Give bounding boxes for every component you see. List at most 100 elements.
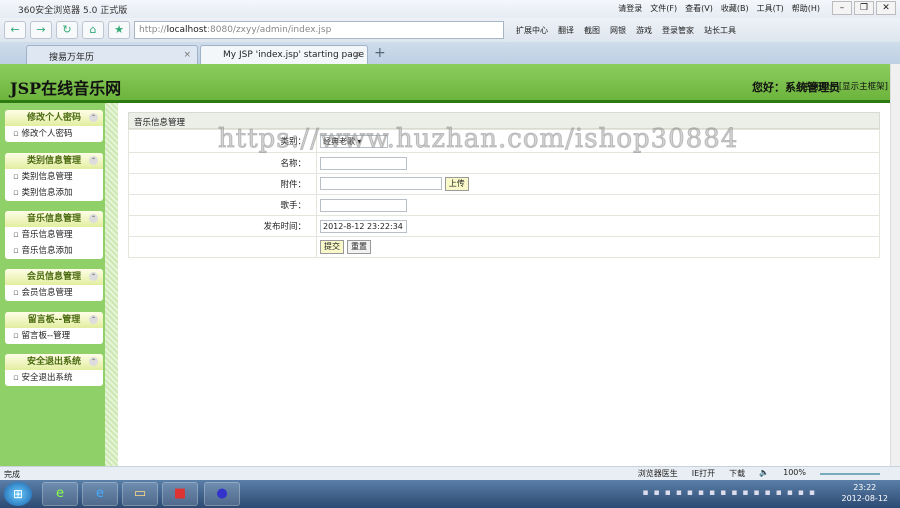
toolbar-screenshot[interactable]: 截图 — [584, 25, 600, 36]
group-title: 音乐信息管理 — [26, 214, 81, 224]
menu-login[interactable]: 请登录 — [618, 3, 642, 14]
close-tab-icon[interactable]: × — [353, 50, 361, 60]
favorite-star-icon[interactable]: ★ — [108, 21, 130, 39]
taskbar-360-browser-icon[interactable]: e — [42, 482, 78, 506]
sidebar-item[interactable]: 修改个人密码 — [5, 126, 103, 142]
group-header[interactable]: 会员信息管理 ⌃ — [5, 269, 103, 285]
tab-label: 搜易万年历 — [49, 53, 95, 63]
status-text: 完成 — [4, 470, 20, 479]
system-tray[interactable]: ▪▪▪▪▪▪▪▪▪▪▪▪▪▪▪▪ — [642, 488, 820, 498]
toolbar-translate[interactable]: 翻译 — [558, 25, 574, 36]
taskbar-ie-icon[interactable]: e — [82, 482, 118, 506]
clock[interactable]: 23:22 2012-08-12 — [842, 482, 889, 504]
close-icon[interactable]: ✕ — [876, 1, 896, 15]
download-button[interactable]: 下载 — [729, 468, 745, 479]
status-bar: 完成 浏览器医生 IE打开 下载 🔈 100% — [0, 466, 900, 480]
taskbar-app-icon[interactable]: ■ — [162, 482, 198, 506]
sidebar-item[interactable]: 会员信息管理 — [5, 285, 103, 301]
sidebar-item[interactable]: 音乐信息管理 — [5, 227, 103, 243]
url-prefix: http:// — [139, 25, 167, 35]
collapse-icon[interactable]: ⌃ — [89, 272, 98, 281]
toolbar-extensions[interactable]: 扩展中心 — [516, 25, 548, 36]
sidebar-item[interactable]: 留言板--管理 — [5, 328, 103, 344]
url-path: :8080/zxyy/admin/index.jsp — [206, 25, 332, 35]
url-host: localhost — [166, 25, 207, 35]
submit-button[interactable]: 提交 — [320, 240, 344, 254]
collapse-icon[interactable]: ⌃ — [89, 156, 98, 165]
toolbar-bank[interactable]: 网银 — [610, 25, 626, 36]
collapse-icon[interactable]: ⌃ — [89, 113, 98, 122]
group-title: 会员信息管理 — [26, 272, 81, 282]
start-button[interactable]: ⊞ — [4, 482, 32, 506]
logout-link[interactable]: [注销退出] — [798, 82, 839, 92]
sidebar-group-password: 修改个人密码 ⌃ 修改个人密码 — [5, 110, 103, 142]
group-header[interactable]: 音乐信息管理 ⌃ — [5, 211, 103, 227]
group-header[interactable]: 留言板--管理 ⌃ — [5, 312, 103, 328]
singer-label: 歌手： — [128, 194, 317, 216]
taskbar-eclipse-icon[interactable]: ● — [204, 482, 240, 506]
attachment-label: 附件： — [128, 173, 317, 195]
collapse-icon[interactable]: ⌃ — [89, 315, 98, 324]
new-tab-icon[interactable]: + — [374, 45, 386, 61]
site-logo: JSP在线音乐网 — [10, 79, 122, 98]
group-header[interactable]: 安全退出系统 ⌃ — [5, 354, 103, 370]
maximize-icon[interactable]: ❐ — [854, 1, 874, 15]
sidebar-item[interactable]: 安全退出系统 — [5, 370, 103, 386]
browser-title-bar: 360安全浏览器 5.0 正式版 请登录 文件(F) 查看(V) 收藏(B) 工… — [0, 0, 900, 18]
menu-file[interactable]: 文件(F) — [650, 3, 677, 14]
singer-input[interactable] — [320, 198, 407, 212]
name-label: 名称： — [128, 152, 317, 174]
tab-index[interactable]: My JSP 'index.jsp' starting page × — [200, 45, 368, 64]
speaker-icon[interactable]: 🔈 — [759, 468, 769, 479]
home-icon[interactable]: ⌂ — [82, 21, 104, 39]
browser-doctor-button[interactable]: 浏览器医生 — [638, 468, 678, 479]
toolbar-games[interactable]: 游戏 — [636, 25, 652, 36]
clock-time: 23:22 — [853, 483, 877, 492]
menu-help[interactable]: 帮助(H) — [792, 3, 820, 14]
upload-button[interactable]: 上传 — [444, 177, 469, 191]
sidebar-group-category: 类别信息管理 ⌃ 类别信息管理类别信息添加 — [5, 153, 103, 201]
minimize-icon[interactable]: – — [832, 1, 852, 15]
group-header[interactable]: 类别信息管理 ⌃ — [5, 153, 103, 169]
zoom-level[interactable]: 100% — [783, 468, 806, 479]
tab-calendar[interactable]: 搜易万年历 × — [26, 45, 198, 64]
tab-label: My JSP 'index.jsp' starting page — [223, 50, 365, 60]
toolbar-login-manager[interactable]: 登录管家 — [662, 25, 694, 36]
forward-icon[interactable]: → — [30, 21, 52, 39]
collapse-icon[interactable]: ⌃ — [89, 214, 98, 223]
back-icon[interactable]: ← — [4, 21, 26, 39]
publish-time-input[interactable]: 2012-8-12 23:22:34 — [320, 219, 407, 233]
vertical-scrollbar[interactable] — [890, 64, 900, 466]
reset-button[interactable]: 重置 — [347, 240, 371, 254]
sidebar-item[interactable]: 类别信息管理 — [5, 169, 103, 185]
sidebar-item[interactable]: 音乐信息添加 — [5, 243, 103, 259]
close-tab-icon[interactable]: × — [183, 50, 191, 60]
attachment-input[interactable] — [320, 177, 442, 190]
category-label: 类别： — [128, 129, 317, 153]
menu-view[interactable]: 查看(V) — [685, 3, 713, 14]
sidebar-item[interactable]: 类别信息添加 — [5, 185, 103, 201]
group-title: 修改个人密码 — [26, 113, 81, 123]
group-title: 类别信息管理 — [26, 156, 81, 166]
group-title: 安全退出系统 — [26, 357, 81, 367]
sidebar-group-guestbook: 留言板--管理 ⌃ 留言板--管理 — [5, 312, 103, 344]
clock-date: 2012-08-12 — [841, 494, 889, 503]
group-header[interactable]: 修改个人密码 ⌃ — [5, 110, 103, 126]
menu-tools[interactable]: 工具(T) — [757, 3, 784, 14]
name-input[interactable] — [320, 156, 407, 170]
group-title: 留言板--管理 — [27, 315, 81, 325]
address-bar[interactable]: http://localhost:8080/zxyy/admin/index.j… — [134, 21, 504, 39]
menu-favorites[interactable]: 收藏(B) — [721, 3, 749, 14]
sidebar-splitter[interactable] — [105, 103, 118, 466]
browser-title: 360安全浏览器 5.0 正式版 — [18, 5, 128, 16]
refresh-icon[interactable]: ↻ — [56, 21, 78, 39]
taskbar-folder-icon[interactable]: ▭ — [122, 482, 158, 506]
sidebar-group-music: 音乐信息管理 ⌃ 音乐信息管理音乐信息添加 — [5, 211, 103, 259]
category-select[interactable]: 经典老歌 ▾ — [320, 134, 388, 148]
ie-open-button[interactable]: IE打开 — [692, 468, 715, 479]
zoom-slider[interactable] — [820, 473, 880, 475]
show-frame-link[interactable]: [显示主框架] — [839, 82, 888, 92]
toolbar-webmaster[interactable]: 站长工具 — [704, 25, 736, 36]
collapse-icon[interactable]: ⌃ — [89, 357, 98, 366]
browser-menu: 请登录 文件(F) 查看(V) 收藏(B) 工具(T) 帮助(H) — [618, 3, 820, 14]
